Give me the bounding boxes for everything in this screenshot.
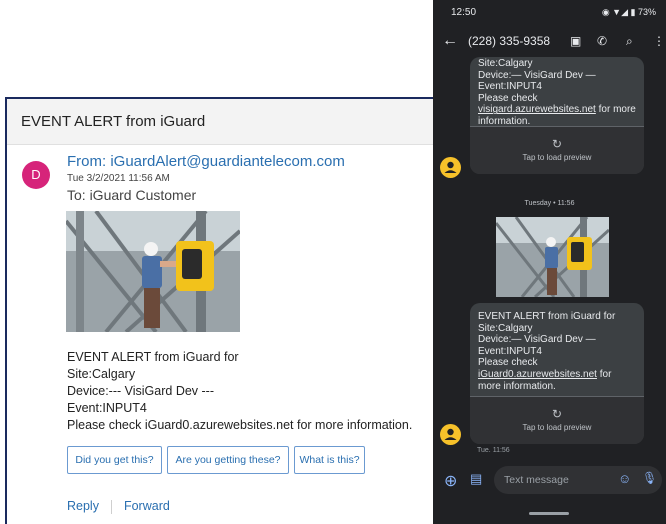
message-line: Please check (478, 92, 538, 104)
body-line: EVENT ALERT from iGuard for (67, 350, 239, 364)
message-line: Device:— VisiGard Dev — (478, 69, 596, 81)
message-link[interactable]: iGuard0.azurewebsites.net (478, 369, 597, 380)
message-bubble[interactable]: EVENT ALERT from iGuard for Site:Calgary… (470, 303, 644, 444)
compose-bar: ⊕ ▤ Text message ☺ 🎙 (433, 464, 666, 500)
contact-avatar (440, 424, 461, 445)
reply-actions: Reply Forward (67, 499, 170, 514)
divider (110, 499, 112, 514)
quick-reply-button[interactable]: What is this? (294, 446, 365, 474)
message-line: Device:— VisiGard Dev — (478, 334, 596, 346)
contact-number: (228) 335-9358 (468, 34, 551, 48)
link-preview[interactable]: ↻ Tap to load preview (470, 396, 644, 444)
reload-icon: ↻ (551, 137, 563, 151)
email-recipient: To: iGuard Customer (67, 187, 197, 203)
search-icon[interactable]: ⌕ (626, 34, 633, 49)
email-body: EVENT ALERT from iGuard for Site:Calgary… (67, 349, 412, 434)
more-options-icon[interactable]: ⋮ (653, 34, 665, 48)
message-line: Event:INPUT4 (478, 345, 542, 357)
emoji-icon[interactable]: ☺ (618, 471, 631, 486)
add-attachment-icon[interactable]: ⊕ (444, 471, 457, 491)
mms-photo[interactable] (496, 217, 609, 297)
body-line: Device:--- VisiGard Dev --- (67, 384, 215, 398)
sender-avatar: D (22, 161, 50, 189)
message-link[interactable]: visigard.azurewebsites.net (478, 104, 596, 115)
email-date: Tue 3/2/2021 11:56 AM (67, 173, 170, 184)
meet-icon[interactable]: ▣ (570, 34, 581, 48)
person-icon (444, 428, 457, 440)
link-preview[interactable]: ↻ Tap to load preview (470, 126, 644, 174)
status-icons: ◉ ▼◢ ▮ 73% (602, 7, 656, 18)
phone-call-icon[interactable]: ✆ (597, 34, 607, 48)
quick-reply-button[interactable]: Did you get this? (67, 446, 162, 474)
message-text: Site:Calgary Device:— VisiGard Dev — Eve… (470, 57, 644, 128)
phone-screen: 12:50 ◉ ▼◢ ▮ 73% ← (228) 335-9358 ▣ ✆ ⌕ … (433, 0, 666, 524)
message-bubble[interactable]: Site:Calgary Device:— VisiGard Dev — Eve… (470, 57, 644, 174)
input-placeholder: Text message (504, 474, 569, 486)
message-line: Site:Calgary (478, 322, 533, 334)
battery-level: 73% (637, 7, 656, 17)
preview-label: Tap to load preview (522, 153, 592, 162)
gesture-nav-handle[interactable] (529, 512, 569, 515)
body-line: Event:INPUT4 (67, 401, 147, 415)
message-timestamp: Tue. 11:56 (477, 447, 510, 454)
person-icon (444, 161, 457, 173)
back-arrow-icon[interactable]: ← (442, 32, 458, 50)
body-line: Please check iGuard0.azurewebsites.net f… (67, 418, 413, 432)
body-line: Site:Calgary (67, 367, 136, 381)
gallery-icon[interactable]: ▤ (470, 471, 482, 487)
sender-address[interactable]: From: iGuardAlert@guardiantelecom.com (67, 153, 345, 170)
message-text: EVENT ALERT from iGuard for Site:Calgary… (470, 303, 644, 392)
contact-avatar (440, 157, 461, 178)
preview-label: Tap to load preview (522, 423, 592, 432)
message-line: Event:INPUT4 (478, 81, 542, 93)
text-message-input[interactable]: Text message ☺ 🎙 (494, 466, 662, 494)
status-time: 12:50 (451, 7, 477, 18)
message-line: EVENT ALERT from iGuard for (478, 311, 616, 322)
microphone-icon[interactable]: 🎙 (642, 471, 657, 485)
message-line: Site:Calgary (478, 58, 533, 69)
signal-icon: ◉ ▼◢ ▮ (601, 7, 636, 17)
reply-link[interactable]: Reply (67, 499, 99, 513)
status-bar: 12:50 ◉ ▼◢ ▮ 73% (433, 0, 666, 24)
reload-icon: ↻ (551, 407, 563, 421)
conversation-app-bar: ← (228) 335-9358 ▣ ✆ ⌕ ⋮ (433, 27, 666, 57)
attached-photo (66, 211, 240, 332)
message-line: Please check (478, 357, 538, 369)
quick-reply-button[interactable]: Are you getting these? (167, 446, 289, 474)
date-divider: Tuesday • 11:56 (524, 200, 575, 207)
forward-link[interactable]: Forward (124, 499, 170, 513)
